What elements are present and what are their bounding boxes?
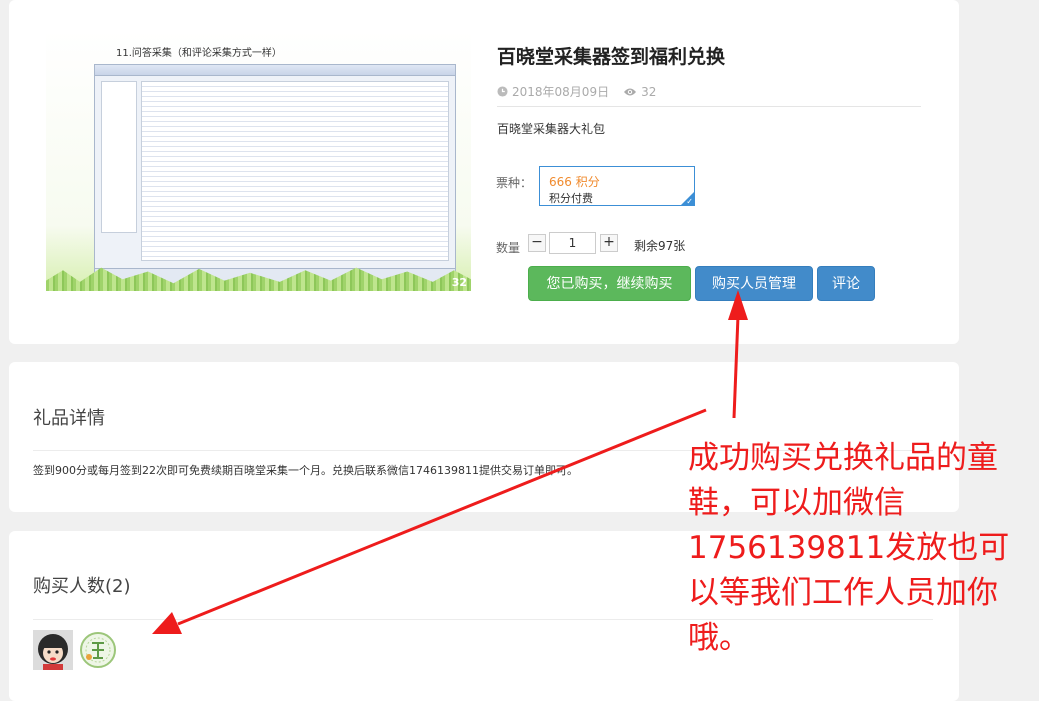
quantity-increase-button[interactable]: + bbox=[600, 234, 618, 252]
annotation-line: 哦。 bbox=[688, 620, 750, 656]
buyers-count-title: 购买人数(2) bbox=[33, 576, 131, 597]
ticket-points: 666 积分 bbox=[549, 175, 600, 189]
gift-detail-title: 礼品详情 bbox=[33, 408, 105, 429]
annotation-line: 以等我们工作人员加你 bbox=[688, 575, 998, 611]
eye-icon bbox=[624, 88, 637, 95]
comment-button[interactable]: 评论 bbox=[817, 266, 875, 301]
stock-remaining: 剩余97张 bbox=[634, 239, 686, 253]
product-image-caption: 11.问答采集（和评论采集方式一样） bbox=[116, 48, 282, 59]
product-meta: 2018年08月09日 32 bbox=[497, 83, 656, 100]
view-count: 32 bbox=[641, 84, 657, 99]
clock-icon bbox=[497, 86, 508, 97]
quantity-decrease-button[interactable]: − bbox=[528, 234, 546, 252]
product-card: 11.问答采集（和评论采集方式一样） 32 百晓堂采集器签到福利兑换 2018年… bbox=[9, 0, 959, 344]
ticket-option-selected[interactable]: 666 积分 积分付费 ✓ bbox=[539, 166, 695, 206]
buyer-management-button[interactable]: 购买人员管理 bbox=[695, 266, 813, 301]
buyer-avatar[interactable] bbox=[78, 630, 118, 670]
buyer-avatar[interactable] bbox=[33, 630, 73, 670]
quantity-label: 数量 bbox=[496, 241, 521, 255]
annotation-line: 成功购买兑换礼品的童 bbox=[688, 440, 998, 476]
cartoon-girl-avatar-icon bbox=[33, 630, 73, 670]
ticket-payment-type: 积分付费 bbox=[549, 192, 593, 205]
continue-purchase-button[interactable]: 您已购买，继续购买 bbox=[528, 266, 691, 301]
quantity-input[interactable]: 1 bbox=[549, 232, 596, 254]
product-description: 百晓堂采集器大礼包 bbox=[497, 122, 606, 136]
software-screenshot bbox=[94, 64, 456, 288]
check-icon: ✓ bbox=[686, 197, 693, 206]
annotation-line: 鞋，可以加微信 bbox=[688, 485, 905, 521]
green-seal-avatar-icon bbox=[80, 632, 116, 668]
divider bbox=[497, 106, 921, 107]
image-page-number: 32 bbox=[451, 276, 467, 289]
product-image[interactable]: 11.问答采集（和评论采集方式一样） 32 bbox=[46, 30, 471, 291]
post-date: 2018年08月09日 bbox=[512, 85, 610, 99]
annotation-line: 1756139811发放也可 bbox=[688, 530, 1010, 566]
product-title: 百晓堂采集器签到福利兑换 bbox=[497, 46, 726, 68]
ticket-type-label: 票种： bbox=[496, 176, 533, 190]
annotation-text: 成功购买兑换礼品的童 鞋，可以加微信 1756139811发放也可 以等我们工作… bbox=[688, 436, 1033, 661]
gift-detail-text: 签到900分或每月签到22次即可免费续期百晓堂采集一个月。兑换后联系微信1746… bbox=[33, 464, 578, 477]
